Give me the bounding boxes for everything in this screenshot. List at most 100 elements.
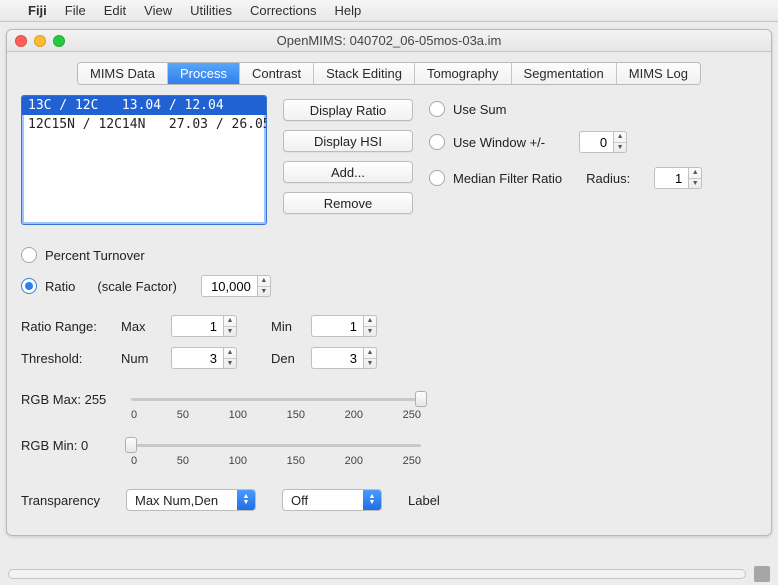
max-label: Max: [121, 319, 171, 334]
menu-utilities[interactable]: Utilities: [190, 3, 232, 18]
chevron-down-icon[interactable]: ▼: [364, 359, 376, 369]
tick: 100: [229, 409, 247, 421]
chevron-down-icon[interactable]: ▼: [258, 287, 270, 297]
zoom-icon[interactable]: [53, 35, 65, 47]
chevron-down-icon[interactable]: ▼: [364, 327, 376, 337]
remove-button[interactable]: Remove: [283, 192, 413, 214]
scale-factor-label: (scale Factor): [97, 279, 176, 294]
display-hsi-button[interactable]: Display HSI: [283, 130, 413, 152]
ratio-radio[interactable]: [21, 278, 37, 294]
menu-edit[interactable]: Edit: [104, 3, 126, 18]
rgb-max-value: 255: [85, 392, 107, 407]
tick: 150: [287, 455, 305, 467]
tab-process[interactable]: Process: [168, 63, 240, 84]
ratio-range-label: Ratio Range:: [21, 319, 121, 334]
menu-help[interactable]: Help: [334, 3, 361, 18]
tick: 150: [287, 409, 305, 421]
rgb-max-label: RGB Max:: [21, 392, 81, 407]
rgb-max-slider[interactable]: [131, 391, 421, 407]
ratio-label: Ratio: [45, 279, 75, 294]
rgb-min-label: RGB Min:: [21, 438, 77, 453]
den-input[interactable]: [311, 347, 363, 369]
rgb-min-value: 0: [81, 438, 88, 453]
chevron-up-icon[interactable]: ▲: [258, 276, 270, 287]
tick: 50: [177, 455, 189, 467]
tab-mims-data[interactable]: MIMS Data: [78, 63, 168, 84]
percent-turnover-radio[interactable]: [21, 247, 37, 263]
chevron-up-icon[interactable]: ▲: [689, 168, 701, 179]
select-value: Max Num,Den: [127, 490, 237, 510]
percent-turnover-label: Percent Turnover: [45, 248, 145, 263]
radius-label: Radius:: [586, 171, 630, 186]
menu-file[interactable]: File: [65, 3, 86, 18]
max-input[interactable]: [171, 315, 223, 337]
den-label: Den: [271, 351, 311, 366]
window-title: OpenMIMS: 040702_06-05mos-03a.im: [277, 33, 502, 48]
chevron-down-icon[interactable]: ▼: [614, 143, 626, 153]
menu-view[interactable]: View: [144, 3, 172, 18]
window: OpenMIMS: 040702_06-05mos-03a.im MIMS Da…: [6, 29, 772, 536]
select-arrow-icon[interactable]: ▲▼: [363, 490, 381, 510]
chevron-up-icon[interactable]: ▲: [364, 348, 376, 359]
tab-mims-log[interactable]: MIMS Log: [617, 63, 700, 84]
window-value[interactable]: [579, 131, 613, 153]
tick: 250: [403, 409, 421, 421]
median-filter-label: Median Filter Ratio: [453, 171, 562, 186]
radius-value[interactable]: [654, 167, 688, 189]
chevron-down-icon[interactable]: ▼: [224, 359, 236, 369]
transparency-mode-select[interactable]: Max Num,Den ▲▼: [126, 489, 256, 511]
tick: 200: [345, 409, 363, 421]
menu-corrections[interactable]: Corrections: [250, 3, 316, 18]
add-button[interactable]: Add...: [283, 161, 413, 183]
tick: 250: [403, 455, 421, 467]
ratio-listbox[interactable]: 13C / 12C 13.04 / 12.04 12C15N / 12C14N …: [21, 95, 267, 225]
use-window-radio[interactable]: [429, 134, 445, 150]
tabs: MIMS Data Process Contrast Stack Editing…: [21, 62, 757, 85]
label-text: Label: [408, 493, 440, 508]
tab-contrast[interactable]: Contrast: [240, 63, 314, 84]
chevron-up-icon[interactable]: ▲: [224, 348, 236, 359]
scale-factor-value[interactable]: [201, 275, 257, 297]
select-value: Off: [283, 490, 363, 510]
num-input[interactable]: [171, 347, 223, 369]
num-label: Num: [121, 351, 171, 366]
tick: 100: [229, 455, 247, 467]
chevron-down-icon[interactable]: ▼: [689, 179, 701, 189]
tab-stack-editing[interactable]: Stack Editing: [314, 63, 415, 84]
chevron-up-icon[interactable]: ▲: [224, 316, 236, 327]
threshold-label: Threshold:: [21, 351, 121, 366]
tick: 0: [131, 409, 137, 421]
status-square-icon: [754, 566, 770, 582]
app-menu[interactable]: Fiji: [28, 3, 47, 18]
tick: 50: [177, 409, 189, 421]
minimize-icon[interactable]: [34, 35, 46, 47]
tab-tomography[interactable]: Tomography: [415, 63, 512, 84]
menubar: Fiji File Edit View Utilities Correction…: [0, 0, 778, 22]
transparency-state-select[interactable]: Off ▲▼: [282, 489, 382, 511]
chevron-down-icon[interactable]: ▼: [224, 327, 236, 337]
status-bar: [0, 563, 778, 585]
min-input[interactable]: [311, 315, 363, 337]
window-spinner[interactable]: ▲▼: [579, 131, 627, 153]
tick: 200: [345, 455, 363, 467]
slider-thumb[interactable]: [415, 391, 427, 407]
use-sum-radio[interactable]: [429, 101, 445, 117]
list-item[interactable]: 12C15N / 12C14N 27.03 / 26.05: [22, 115, 266, 134]
slider-thumb[interactable]: [125, 437, 137, 453]
close-icon[interactable]: [15, 35, 27, 47]
chevron-up-icon[interactable]: ▲: [364, 316, 376, 327]
tick: 0: [131, 455, 137, 467]
transparency-label: Transparency: [21, 493, 100, 508]
select-arrow-icon[interactable]: ▲▼: [237, 490, 255, 510]
list-item[interactable]: 13C / 12C 13.04 / 12.04: [22, 96, 266, 115]
progress-bar: [8, 569, 746, 579]
titlebar: OpenMIMS: 040702_06-05mos-03a.im: [7, 30, 771, 52]
scale-factor-spinner[interactable]: ▲▼: [201, 275, 271, 297]
tab-segmentation[interactable]: Segmentation: [512, 63, 617, 84]
rgb-min-slider[interactable]: [131, 437, 421, 453]
display-ratio-button[interactable]: Display Ratio: [283, 99, 413, 121]
radius-spinner[interactable]: ▲▼: [654, 167, 702, 189]
use-sum-label: Use Sum: [453, 102, 506, 117]
median-filter-radio[interactable]: [429, 170, 445, 186]
chevron-up-icon[interactable]: ▲: [614, 132, 626, 143]
